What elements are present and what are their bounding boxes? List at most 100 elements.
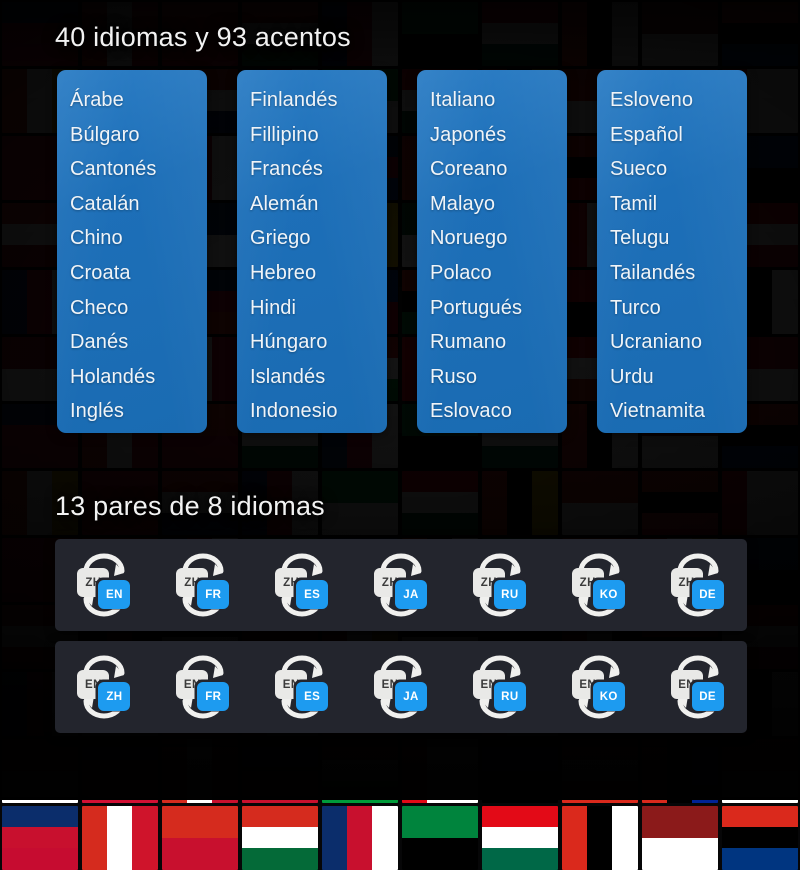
language-pair-badge[interactable]: EN KO [568, 655, 630, 719]
language-pair-item[interactable]: EN JA [352, 641, 451, 733]
language-pair-badge[interactable]: ZH KO [568, 553, 630, 617]
language-pair-item[interactable]: EN RU [450, 641, 549, 733]
flag-tile [642, 806, 718, 870]
language-pair-badge[interactable]: ZH FR [172, 553, 234, 617]
language-item: Italiano [430, 89, 496, 111]
language-item: Urdu [610, 365, 654, 388]
language-item: Cantonés [70, 158, 157, 181]
language-item: Checo [70, 296, 129, 319]
language-pair-badge[interactable]: ZH EN [73, 553, 135, 617]
pairs-section-title: 13 pares de 8 idiomas [55, 491, 325, 521]
pair-target-tile: JA [395, 682, 427, 711]
pair-target-tile: FR [197, 580, 230, 609]
language-pair-item[interactable]: ZH KO [549, 539, 648, 631]
language-item: Catalán [70, 192, 140, 215]
language-item: Fillipino [250, 123, 319, 146]
language-item: Chino [70, 227, 123, 250]
pairs-row-zh: ZH EN ZH FR ZH ES ZH JA ZH RU ZH KO ZH DE [55, 539, 747, 631]
language-item: Portugués [430, 296, 523, 319]
language-item: Alemán [250, 192, 319, 215]
language-pair-item[interactable]: EN FR [154, 641, 253, 733]
language-pair-badge[interactable]: ZH RU [469, 553, 531, 617]
pair-target-tile: RU [493, 580, 526, 609]
pair-target-tile: ZH [98, 682, 131, 711]
language-item: Danés [70, 331, 129, 354]
language-column-1: Árabe Búlgaro Cantonés Catalán Chino Croata Ch… [57, 70, 207, 433]
language-pair-item[interactable]: ZH FR [154, 539, 253, 631]
language-pair-item[interactable]: ZH EN [55, 539, 154, 631]
language-pair-badge[interactable]: ZH DE [667, 553, 729, 617]
language-item: Esloveno [610, 89, 694, 111]
flag-tile [2, 806, 78, 870]
language-pair-item[interactable]: ZH ES [253, 539, 352, 631]
language-pair-item[interactable]: ZH RU [450, 539, 549, 631]
pair-target-tile: RU [493, 682, 526, 711]
language-item: Inglés [70, 400, 124, 423]
pairs-row-en: EN ZH EN FR EN ES EN JA EN RU EN KO EN DE [55, 641, 747, 733]
language-column-4: Esloveno Español Sueco Tamil Telugu Tailandés… [597, 70, 747, 433]
flag-tile [722, 806, 798, 870]
languages-section-title: 40 idiomas y 93 acentos [55, 22, 351, 52]
pair-target-tile: JA [395, 580, 427, 609]
flag-tile [322, 806, 398, 870]
language-item: Tailandés [610, 261, 696, 284]
language-item: Francés [250, 158, 323, 181]
language-pair-badge[interactable]: EN DE [667, 655, 729, 719]
language-pair-item[interactable]: EN ES [253, 641, 352, 733]
flag-tile [82, 806, 158, 870]
pair-target-tile: FR [197, 682, 230, 711]
language-pair-item[interactable]: EN DE [648, 641, 747, 733]
flag-tile [562, 806, 638, 870]
language-item: Croata [70, 261, 131, 284]
language-item: Turco [610, 296, 661, 319]
language-item: Noruego [430, 227, 508, 250]
language-item: Español [610, 123, 683, 146]
pair-target-tile: KO [592, 682, 625, 711]
language-item: Polaco [430, 261, 492, 284]
language-item: Ucraniano [610, 331, 703, 354]
language-column-3: Italiano Japonés Coreano Malayo Noruego Polac… [417, 70, 567, 433]
language-item: Griego [250, 227, 311, 250]
language-item: Húngaro [250, 331, 328, 354]
language-item: Hebreo [250, 261, 317, 284]
language-item: Telugu [610, 227, 670, 250]
language-item: Coreano [430, 158, 508, 181]
language-pair-item[interactable]: ZH DE [648, 539, 747, 631]
language-item: Malayo [430, 192, 496, 215]
language-pair-badge[interactable]: EN FR [172, 655, 234, 719]
flag-tile [482, 806, 558, 870]
language-pair-badge[interactable]: EN RU [469, 655, 531, 719]
language-item: Holandés [70, 365, 156, 388]
language-pair-badge[interactable]: EN ZH [73, 655, 135, 719]
language-pair-badge[interactable]: EN JA [370, 655, 432, 719]
language-item: Árabe [70, 89, 124, 111]
pair-target-tile: DE [691, 580, 724, 609]
flag-tile [402, 806, 478, 870]
pair-target-tile: KO [592, 580, 625, 609]
pair-target-tile: DE [691, 682, 724, 711]
pair-target-tile: EN [98, 580, 131, 609]
language-pair-badge[interactable]: EN ES [271, 655, 333, 719]
language-pair-badge[interactable]: ZH JA [370, 553, 432, 617]
flag-tile [162, 806, 238, 870]
language-pair-item[interactable]: EN ZH [55, 641, 154, 733]
language-item: Islandés [250, 365, 326, 388]
language-item: Indonesio [250, 400, 338, 423]
language-item: Japonés [430, 123, 507, 146]
flag-tile [242, 806, 318, 870]
language-item: Vietnamita [610, 400, 706, 423]
language-item: Búlgaro [70, 123, 140, 146]
language-item: Hindi [250, 296, 297, 319]
language-item: Tamil [610, 192, 658, 215]
pair-target-tile: ES [296, 580, 329, 609]
language-pair-item[interactable]: EN KO [549, 641, 648, 733]
language-item: Eslovaco [430, 400, 512, 423]
language-pair-badge[interactable]: ZH ES [271, 553, 333, 617]
language-item: Rumano [430, 331, 507, 354]
languages-columns-container: Árabe Búlgaro Cantonés Catalán Chino Croata Ch… [57, 70, 747, 433]
language-item: Sueco [610, 158, 668, 181]
language-column-2: Finlandés Fillipino Francés Alemán Griego Heb… [237, 70, 387, 433]
language-item: Finlandés [250, 89, 338, 111]
language-pair-item[interactable]: ZH JA [352, 539, 451, 631]
content-root: 40 idiomas y 93 acentos Árabe Búlgaro Cant… [0, 0, 800, 800]
